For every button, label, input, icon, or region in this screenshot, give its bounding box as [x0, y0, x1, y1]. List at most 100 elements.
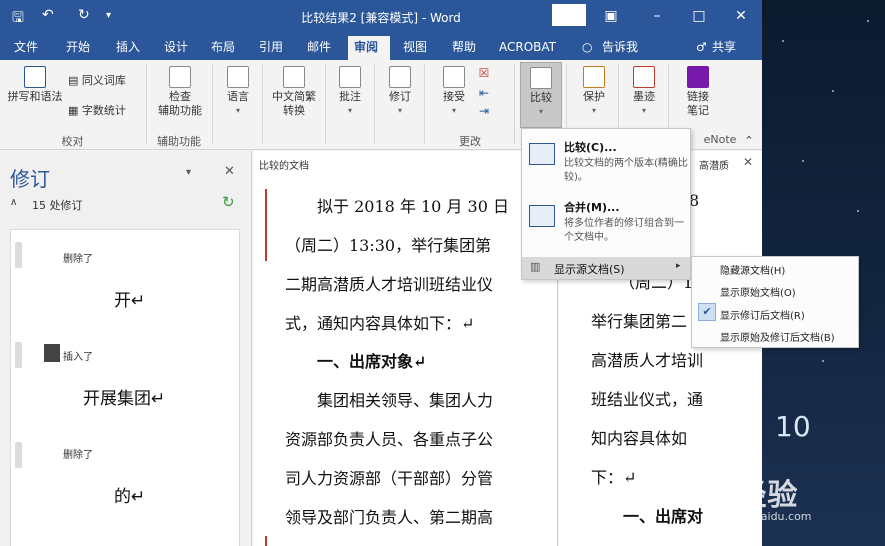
tab-mailings[interactable]: 邮件 [301, 36, 337, 60]
accessibility-group-label: 辅助功能 [157, 135, 201, 148]
doc-line: 式，通知内容具体如下：↵ [285, 314, 475, 333]
accessibility-icon [169, 66, 191, 88]
doc-line: 二期高潜质人才培训班结业仪 [285, 275, 494, 294]
protect-button[interactable]: 保护 ▾ [574, 66, 614, 118]
chinese-line2: 转换 [283, 104, 305, 117]
tab-file[interactable]: 文件 [8, 36, 44, 60]
compare-button[interactable]: 比较 ▾ [520, 62, 562, 128]
revisions-pane: 修订 ▾ ✕ ∧ 15 处修订 ↻ 删除了 开↵ 插入了 开展集团↵ 删除了 的… [0, 151, 252, 546]
account-area[interactable] [552, 4, 586, 26]
linked-line2: 笔记 [687, 104, 709, 117]
spelling-grammar-button[interactable]: 拼写和语法 [4, 66, 66, 104]
tab-home[interactable]: 开始 [60, 36, 96, 60]
section-heading: 一、出席对象↵ [317, 352, 427, 371]
track-changes-icon [389, 66, 411, 88]
menu-item-compare[interactable]: 比较(C)... 比较文档的两个版本(精确比较)。 [522, 133, 690, 191]
compare-title: 比较(C)... [564, 141, 617, 154]
comments-button[interactable]: 批注 ▾ [330, 66, 370, 118]
submenu-show-both[interactable]: 显示原始及修订后文档(B) [720, 329, 835, 344]
thesaurus-label: 同义词库 [81, 74, 126, 87]
language-label: 语言 [227, 90, 249, 103]
doc-line: 举行集团第二 [591, 312, 688, 331]
collapse-ribbon-icon[interactable]: ⌃ [742, 134, 756, 148]
close-button[interactable]: ✕ [718, 0, 762, 32]
revisions-title: 修订 [10, 167, 50, 191]
submenu-hide-source[interactable]: 隐藏源文档(H) [720, 262, 785, 277]
show-source-label: 显示源文档(S) [554, 263, 625, 276]
ribbon-separator [146, 64, 147, 144]
maximize-button[interactable]: □ [676, 0, 722, 32]
submenu-show-revised[interactable]: 显示修订后文档(R) [720, 307, 805, 322]
section-heading: 一、出席对 [623, 507, 704, 526]
show-source-submenu: 隐藏源文档(H) 显示原始文档(O) ✔ 显示修订后文档(R) 显示原始及修订后… [691, 256, 859, 348]
language-button[interactable]: 语言 ▾ [218, 66, 258, 118]
compare-menu: 比较(C)... 比较文档的两个版本(精确比较)。 合并(M)... 将多位作者… [521, 128, 691, 280]
change-bar [265, 536, 267, 546]
ribbon-separator [212, 64, 213, 144]
revision-text: 开展集团↵ [83, 389, 166, 409]
ribbon-separator [424, 64, 425, 144]
thesaurus-button[interactable]: ▤ 同义词库 [68, 74, 138, 88]
word-count-label: 字数统计 [81, 104, 126, 117]
compared-document-pane[interactable]: 比较的文档 拟于 2018 年 10 月 30 日 （周二）13:30，举行集团… [253, 151, 558, 546]
minimize-button[interactable]: – [634, 0, 680, 32]
tell-me-search[interactable]: 告诉我 [596, 36, 644, 60]
ribbon-separator [514, 64, 515, 144]
tab-design[interactable]: 设计 [158, 36, 194, 60]
compare-documents-icon [529, 143, 555, 165]
tab-insert[interactable]: 插入 [110, 36, 146, 60]
share-button[interactable]: 共享 [706, 36, 742, 60]
accessibility-line2: 辅助功能 [158, 104, 202, 117]
revisions-list: 删除了 开↵ 插入了 开展集团↵ 删除了 的↵ [10, 229, 240, 546]
menu-item-show-source[interactable]: ▥ 显示源文档(S) ▸ [522, 257, 690, 279]
change-bar [265, 189, 267, 261]
ribbon-display-icon[interactable]: ▣ [588, 0, 634, 32]
pane-options-icon[interactable]: ▾ [186, 167, 191, 178]
combine-description: 将多位作者的修订组合到一个文档中。 [564, 218, 684, 243]
accept-button[interactable]: 接受 ▾ [432, 66, 476, 118]
reject-icon[interactable]: ☒ [476, 66, 492, 80]
doc-line: 资源部负责人员、各重点子公 [285, 430, 494, 449]
source-document-header: 高潜质 [699, 161, 729, 172]
word-count-button[interactable]: ▦ 字数统计 [68, 104, 138, 118]
show-source-icon: ▥ [530, 260, 541, 273]
refresh-icon[interactable]: ↻ [222, 193, 235, 211]
ink-button[interactable]: 墨迹 ▾ [624, 66, 664, 118]
protect-icon [583, 66, 605, 88]
ribbon-separator [325, 64, 326, 144]
chinese-line1: 中文简繁 [272, 90, 316, 103]
linked-notes-button[interactable]: 链接 笔记 [676, 66, 720, 118]
revision-action: 删除了 [63, 254, 93, 265]
tab-references[interactable]: 引用 [253, 36, 289, 60]
ink-icon [633, 66, 655, 88]
chinese-conversion-icon [283, 66, 305, 88]
combine-documents-icon [529, 205, 555, 227]
word-count-icon: ▦ [68, 104, 82, 117]
tab-layout[interactable]: 布局 [205, 36, 241, 60]
chinese-conversion-button[interactable]: 中文简繁 转换 [266, 66, 322, 118]
track-changes-button[interactable]: 修订 ▾ [380, 66, 420, 118]
close-source-icon[interactable]: ✕ [743, 155, 753, 169]
doc-line: 拟于 2018 年 10 月 30 日 [317, 197, 509, 216]
compare-icon [530, 67, 552, 89]
submenu-show-original[interactable]: 显示原始文档(O) [720, 284, 796, 299]
doc-line: 司人力资源部（干部部）分管 [285, 469, 494, 488]
menu-item-combine[interactable]: 合并(M)... 将多位作者的修订组合到一个文档中。 [522, 193, 690, 253]
accept-icon [443, 66, 465, 88]
revision-action: 删除了 [63, 450, 93, 461]
accessibility-line1: 检查 [169, 90, 191, 103]
tab-acrobat[interactable]: ACROBAT [493, 36, 562, 60]
tracking-label: 修订 [389, 90, 411, 103]
tab-review[interactable]: 审阅 [348, 36, 390, 60]
check-accessibility-button[interactable]: 检查 辅助功能 [150, 66, 210, 118]
chevron-down-icon: ▾ [641, 106, 646, 115]
close-pane-icon[interactable]: ✕ [224, 164, 235, 179]
tab-help[interactable]: 帮助 [446, 36, 482, 60]
chevron-right-icon: ▸ [676, 261, 681, 271]
tab-view[interactable]: 视图 [397, 36, 433, 60]
chevron-down-icon: ▾ [451, 106, 456, 115]
previous-change-icon[interactable]: ⇤ [476, 86, 492, 100]
doc-line: 领导及部门负责人、第二期高 [285, 508, 494, 527]
collapse-icon[interactable]: ∧ [10, 197, 17, 208]
next-change-icon[interactable]: ⇥ [476, 104, 492, 118]
